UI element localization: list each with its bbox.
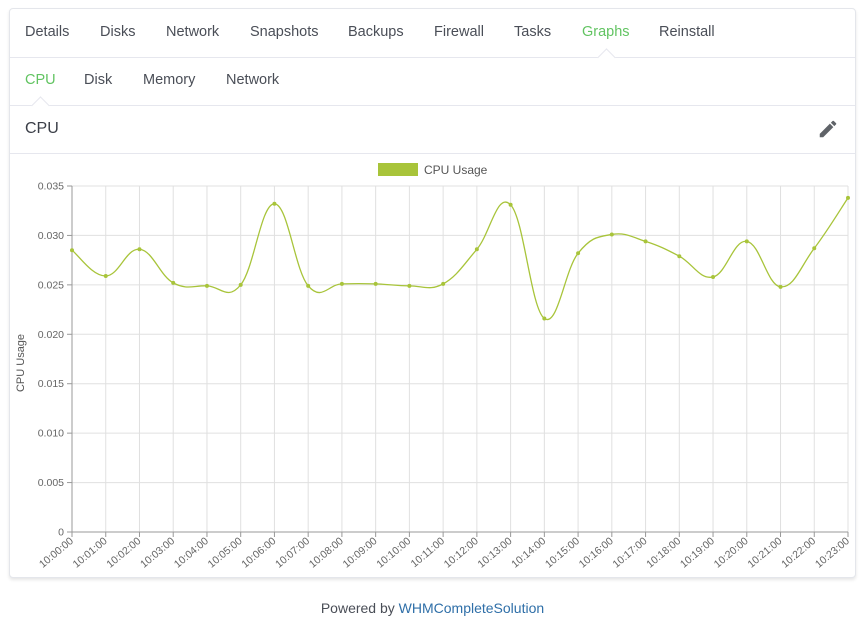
tab-details[interactable]: Details	[25, 9, 69, 57]
footer-prefix: Powered by	[320, 600, 399, 616]
data-point	[711, 274, 716, 279]
x-tick-label: 10:07:00	[273, 535, 312, 571]
x-tick-label: 10:04:00	[172, 535, 211, 571]
data-point	[137, 247, 142, 252]
cpu-chart-svg: CPU Usage 0 0.005 0.010 0.015 0.020 0.025 0.030…	[15, 163, 852, 571]
x-tick-label: 10:10:00	[374, 535, 413, 571]
x-tick-label: 10:22:00	[779, 535, 818, 571]
x-tick-label: 10:19:00	[678, 535, 717, 571]
legend-label: CPU Usage	[424, 163, 488, 177]
data-point	[441, 281, 446, 286]
footer-link[interactable]: WHMCompleteSolution	[399, 600, 545, 616]
x-tick-label: 10:17:00	[610, 535, 649, 571]
data-point	[643, 239, 648, 244]
data-point	[677, 254, 682, 259]
x-tick-label: 10:18:00	[644, 535, 683, 571]
data-point	[407, 283, 412, 288]
x-tick-label: 10:12:00	[442, 535, 481, 571]
data-point	[812, 246, 817, 251]
tab-graphs[interactable]: Graphs	[582, 9, 630, 67]
x-tick-label: 10:06:00	[239, 535, 278, 571]
y-tick-label: 0.020	[38, 329, 64, 341]
footer: Powered by WHMCompleteSolution	[0, 600, 865, 616]
x-tick-label: 10:02:00	[104, 535, 143, 571]
data-point	[103, 273, 108, 278]
x-tick-label: 10:16:00	[577, 535, 616, 571]
data-point	[474, 247, 479, 252]
tab-disks[interactable]: Disks	[100, 9, 135, 57]
tab-firewall[interactable]: Firewall	[434, 9, 484, 57]
subtab-network[interactable]: Network	[226, 57, 279, 105]
tab-network[interactable]: Network	[166, 9, 219, 57]
data-point	[508, 202, 513, 207]
data-point	[609, 232, 614, 237]
tab-reinstall[interactable]: Reinstall	[659, 9, 715, 57]
data-point	[306, 283, 311, 288]
y-axis-label: CPU Usage	[15, 334, 27, 392]
data-point	[70, 248, 74, 253]
server-panel: Details Disks Network Snapshots Backups Firew…	[9, 8, 856, 578]
graph-subtabs: CPU Disk Memory Network	[10, 57, 855, 115]
y-tick-label: 0.005	[38, 477, 64, 489]
x-tick-label: 10:20:00	[712, 535, 751, 571]
y-tick-label: 0	[58, 527, 64, 539]
x-tick-label: 10:21:00	[745, 535, 784, 571]
subtab-memory[interactable]: Memory	[143, 57, 195, 105]
data-point	[744, 239, 749, 244]
main-tabs: Details Disks Network Snapshots Backups Firew…	[10, 9, 855, 67]
y-tick-label: 0.015	[38, 378, 64, 390]
y-tick-label: 0.025	[38, 279, 64, 291]
tab-snapshots[interactable]: Snapshots	[250, 9, 319, 57]
data-point	[576, 251, 581, 256]
data-point	[272, 201, 277, 206]
data-point	[846, 195, 850, 200]
edit-button[interactable]	[817, 118, 839, 140]
data-point	[373, 281, 378, 286]
x-tick-label: 10:11:00	[409, 535, 448, 570]
subtab-cpu[interactable]: CPU	[25, 57, 56, 115]
x-tick-label: 10:23:00	[813, 535, 852, 571]
tab-tasks[interactable]: Tasks	[514, 9, 551, 57]
series-line	[71, 197, 849, 321]
pencil-icon	[819, 120, 837, 138]
cpu-chart: CPU Usage 0 0.005 0.010 0.015 0.020 0.025 0.030…	[10, 154, 855, 577]
x-tick-label: 10:00:00	[37, 535, 76, 571]
data-point	[238, 282, 243, 287]
x-tick-label: 10:01:00	[71, 535, 110, 571]
data-point	[204, 283, 209, 288]
y-tick-label: 0.030	[38, 230, 64, 242]
x-tick-label: 10:09:00	[341, 535, 380, 571]
x-tick-label: 10:05:00	[206, 535, 245, 571]
y-tick-label: 0.010	[38, 428, 64, 440]
data-point	[778, 284, 783, 289]
panel-title: CPU	[25, 120, 59, 137]
x-tick-label: 10:08:00	[307, 535, 346, 571]
subtab-disk[interactable]: Disk	[84, 57, 112, 105]
tab-backups[interactable]: Backups	[348, 9, 404, 57]
x-tick-label: 10:03:00	[138, 535, 177, 571]
y-tick-label: 0.035	[38, 181, 64, 193]
x-tick-label: 10:15:00	[543, 535, 582, 571]
x-tick-label: 10:13:00	[476, 535, 515, 571]
x-tick-label: 10:14:00	[509, 535, 548, 571]
legend-swatch	[378, 163, 418, 176]
panel-header: CPU	[10, 105, 855, 154]
data-point	[339, 281, 344, 286]
data-point	[171, 280, 176, 285]
data-point	[542, 316, 547, 321]
